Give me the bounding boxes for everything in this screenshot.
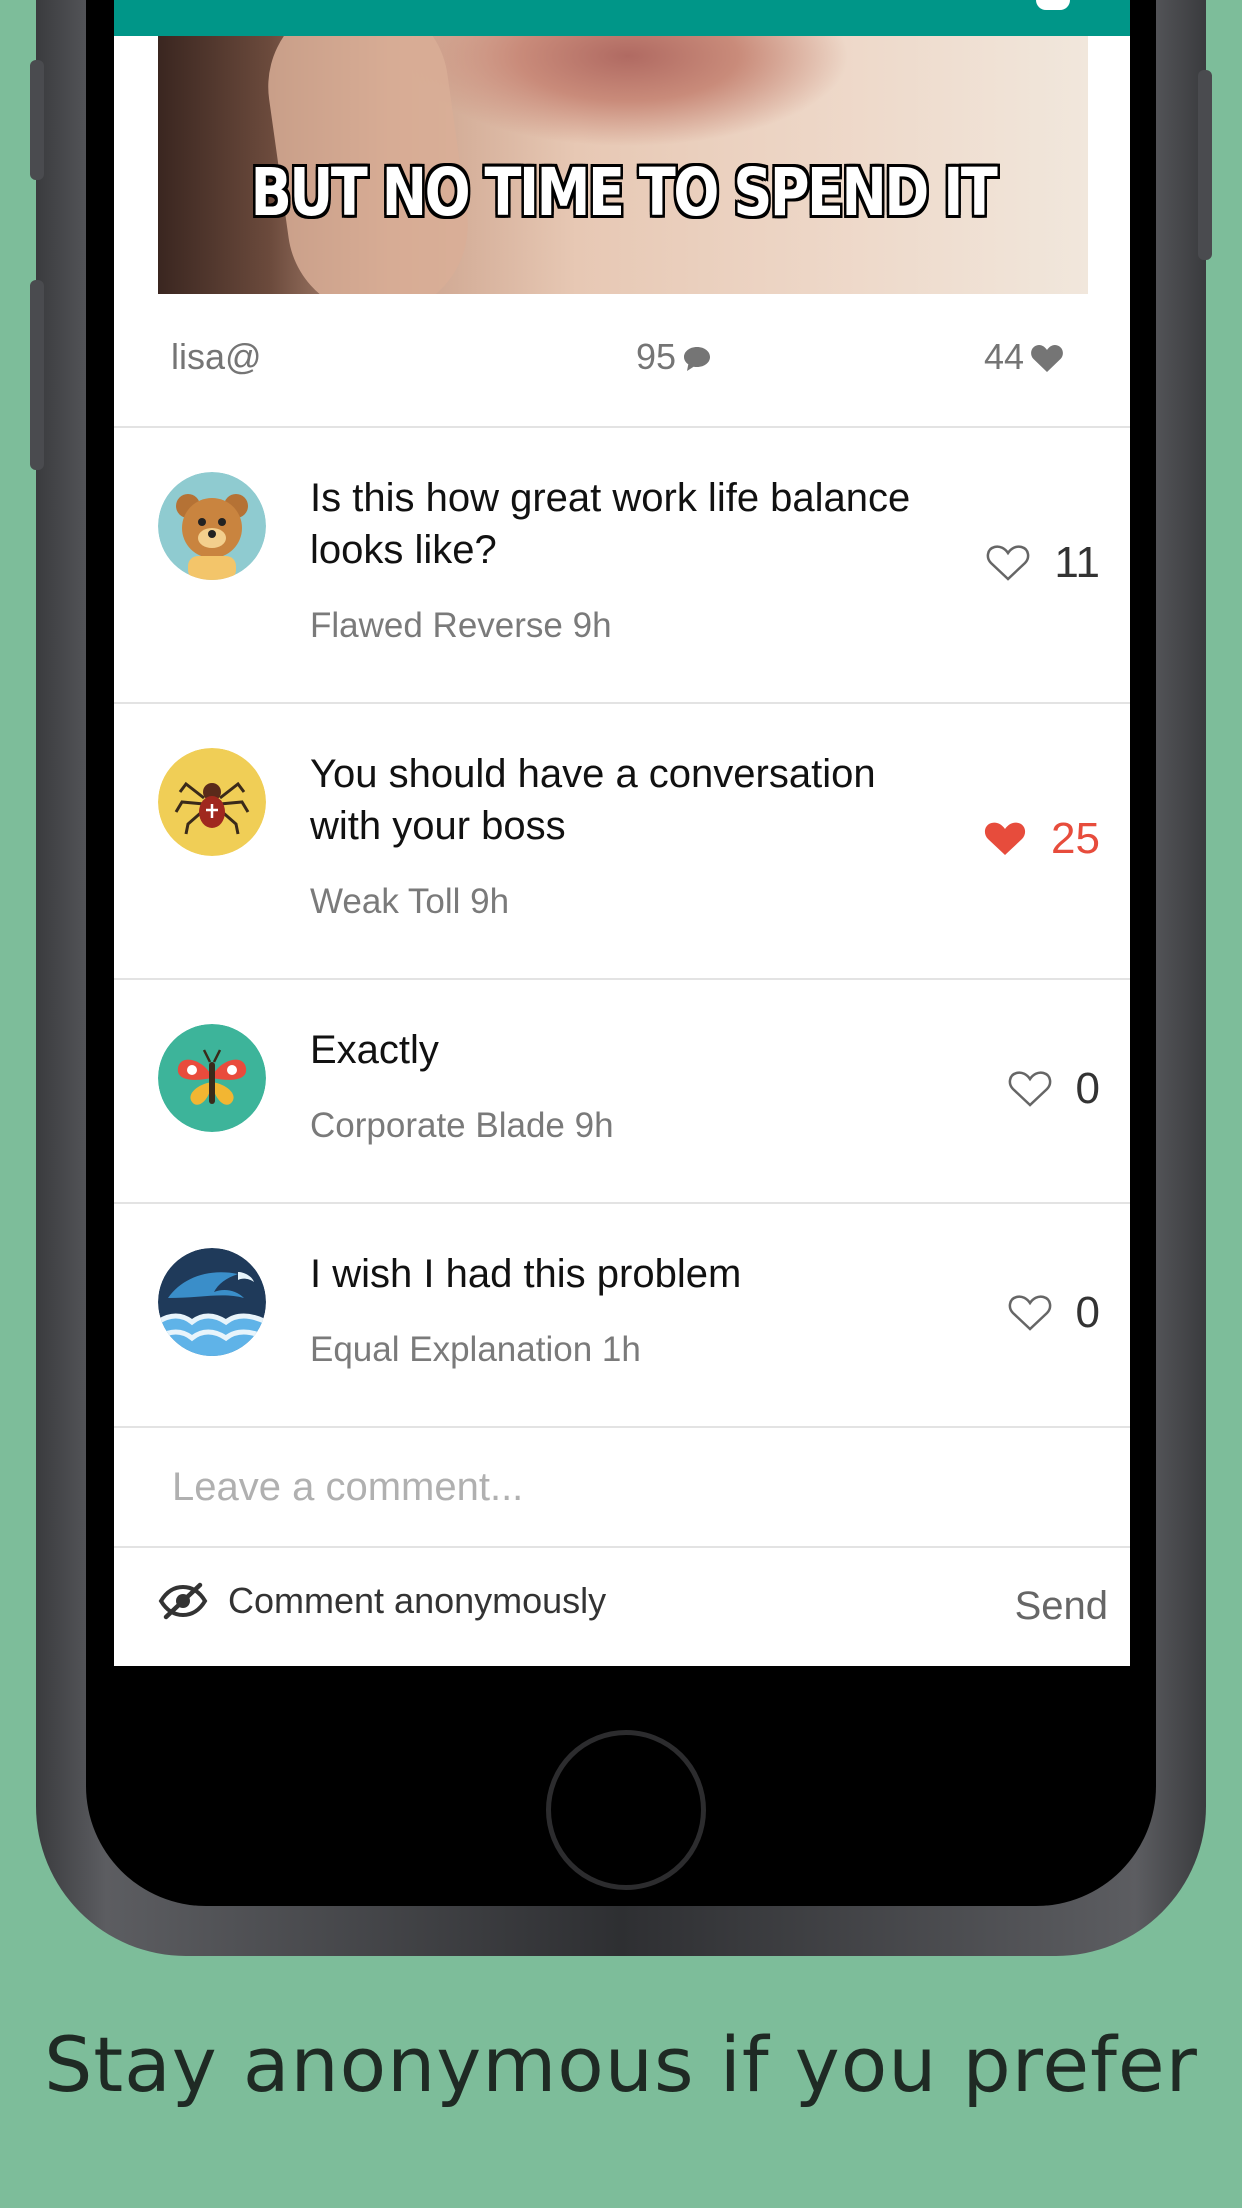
composer-actions: Comment anonymously Send xyxy=(114,1548,1130,1666)
comment-input[interactable] xyxy=(170,1456,1074,1518)
like-count: 0 xyxy=(1075,1064,1100,1113)
comment-composer xyxy=(114,1428,1130,1548)
heart-icon xyxy=(1031,345,1063,372)
meme-caption: BUT NO TIME TO SPEND IT xyxy=(250,154,998,231)
comment-text: You should have a conversation with your… xyxy=(310,752,876,848)
like-button[interactable]: 11 xyxy=(986,538,1100,588)
heart-outline-icon xyxy=(1008,1295,1051,1331)
volume-button xyxy=(30,280,44,470)
post-stats: lisa@ 95 44 xyxy=(114,294,1130,428)
list-item[interactable]: Exactly Corporate Blade 9h 0 xyxy=(114,980,1130,1204)
comment-meta: Weak Toll 9h xyxy=(310,882,510,921)
comment-text: Exactly xyxy=(310,1028,439,1072)
tagline: Stay anonymous if you prefer xyxy=(44,2020,1198,2109)
comment-meta: Corporate Blade 9h xyxy=(310,1106,614,1145)
comment-meta: Flawed Reverse 9h xyxy=(310,606,612,645)
bear-icon[interactable] xyxy=(158,472,266,580)
comment-text: Is this how great work life balance look… xyxy=(310,476,911,572)
list-item[interactable]: I wish I had this problem Equal Explanat… xyxy=(114,1204,1130,1428)
anonymous-label: Comment anonymously xyxy=(228,1580,607,1621)
post-author[interactable]: lisa@ xyxy=(171,336,262,378)
heart-outline-icon xyxy=(1008,1071,1051,1107)
like-button[interactable]: 0 xyxy=(1008,1064,1100,1114)
speech-bubble-icon xyxy=(684,347,711,371)
wave-icon[interactable] xyxy=(158,1248,266,1356)
list-item[interactable]: You should have a conversation with your… xyxy=(114,704,1130,980)
heart-filled-icon xyxy=(984,822,1026,855)
post-like-value: 44 xyxy=(984,336,1025,377)
top-bar xyxy=(114,0,1130,36)
home-button[interactable] xyxy=(546,1730,706,1890)
mute-switch xyxy=(30,60,44,180)
like-button[interactable]: 25 xyxy=(983,814,1100,864)
shield-icon[interactable] xyxy=(1036,0,1070,10)
comment-count-value: 95 xyxy=(636,336,677,377)
like-button[interactable]: 0 xyxy=(1008,1288,1100,1338)
like-count: 25 xyxy=(1051,814,1100,863)
post-like-count[interactable]: 44 xyxy=(984,336,1064,378)
comment-text: I wish I had this problem xyxy=(310,1252,742,1296)
comment-meta: Equal Explanation 1h xyxy=(310,1330,641,1369)
post-image[interactable]: BUT NO TIME TO SPEND IT xyxy=(158,36,1088,294)
app-screen: BUT NO TIME TO SPEND IT lisa@ 95 44 Is t… xyxy=(114,0,1130,1666)
send-button[interactable]: Send xyxy=(1015,1584,1108,1629)
anonymous-toggle[interactable]: Comment anonymously xyxy=(158,1580,606,1622)
spider-icon[interactable] xyxy=(158,748,266,856)
power-button xyxy=(1198,70,1212,260)
list-item[interactable]: Is this how great work life balance look… xyxy=(114,428,1130,704)
butterfly-icon[interactable] xyxy=(158,1024,266,1132)
eye-slash-icon xyxy=(158,1582,208,1620)
heart-outline-icon xyxy=(986,545,1030,581)
like-count: 11 xyxy=(1054,538,1100,587)
like-count: 0 xyxy=(1075,1288,1100,1337)
comment-count[interactable]: 95 xyxy=(636,336,712,378)
